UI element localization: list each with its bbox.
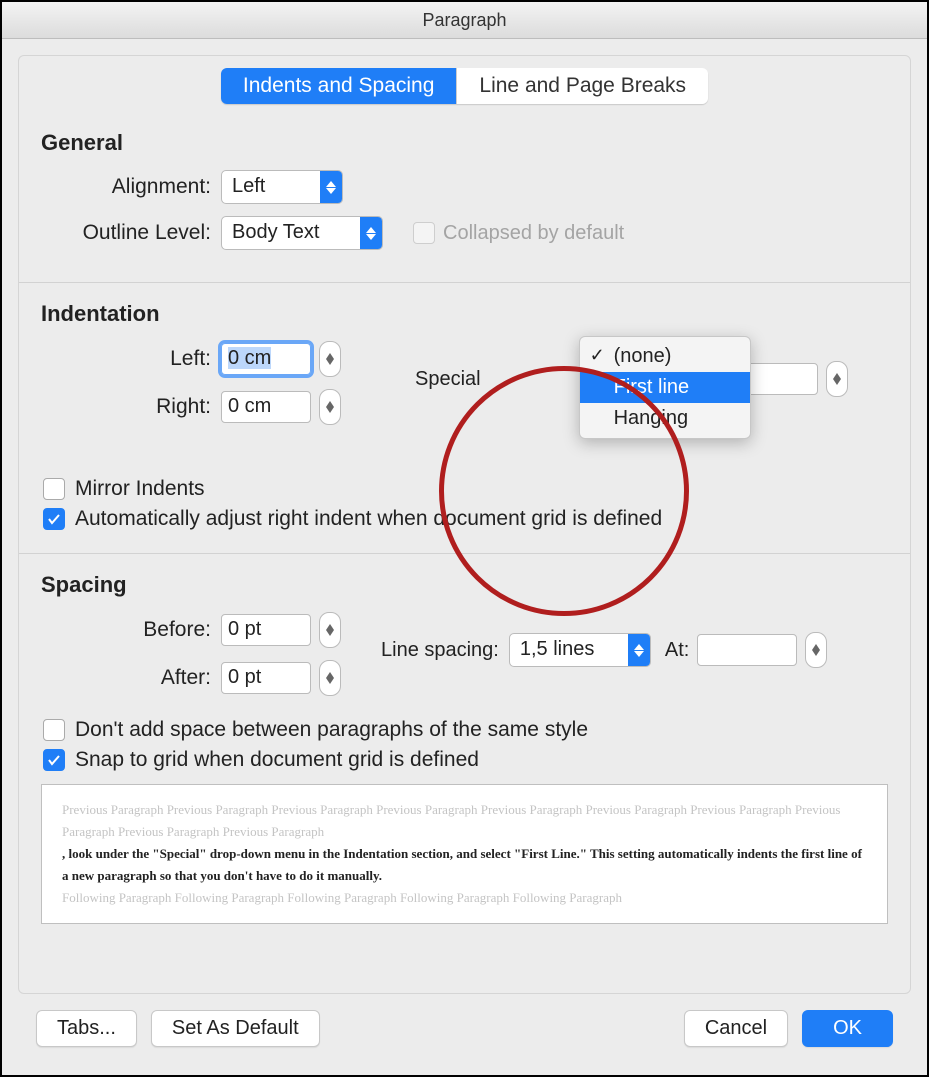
collapsed-label: Collapsed by default bbox=[443, 222, 624, 245]
spacing-before-field[interactable]: 0 pt bbox=[221, 614, 311, 646]
cancel-button[interactable]: Cancel bbox=[684, 1010, 788, 1047]
main-panel: Indents and Spacing Line and Page Breaks… bbox=[18, 55, 911, 994]
spacing-heading: Spacing bbox=[41, 572, 888, 598]
dont-add-space-label: Don't add space between paragraphs of th… bbox=[75, 718, 588, 742]
set-default-button[interactable]: Set As Default bbox=[151, 1010, 320, 1047]
paragraph-dialog: Paragraph Indents and Spacing Line and P… bbox=[0, 0, 929, 1077]
preview-box: Previous Paragraph Previous Paragraph Pr… bbox=[41, 784, 888, 924]
snap-to-grid-checkbox[interactable] bbox=[43, 749, 65, 771]
dialog-content: Indents and Spacing Line and Page Breaks… bbox=[2, 39, 927, 1075]
dialog-title: Paragraph bbox=[2, 2, 927, 39]
tabs-button[interactable]: Tabs... bbox=[36, 1010, 137, 1047]
indent-left-label: Left: bbox=[41, 347, 211, 371]
section-spacing: Spacing Before: 0 pt After: bbox=[41, 568, 888, 924]
dont-add-space-checkbox[interactable] bbox=[43, 719, 65, 741]
alignment-value: Left bbox=[222, 171, 320, 203]
indent-right-label: Right: bbox=[41, 395, 211, 419]
mirror-indents-label: Mirror Indents bbox=[75, 477, 205, 501]
special-label: Special bbox=[415, 368, 481, 391]
tab-indents-spacing[interactable]: Indents and Spacing bbox=[221, 68, 456, 104]
preview-next: Following Paragraph Following Paragraph … bbox=[62, 887, 867, 909]
auto-adjust-label: Automatically adjust right indent when d… bbox=[75, 507, 662, 531]
collapsed-checkbox bbox=[413, 222, 435, 244]
line-spacing-value: 1,5 lines bbox=[510, 634, 628, 666]
updown-icon bbox=[320, 171, 342, 203]
preview-main: , look under the "Special" drop-down men… bbox=[62, 843, 867, 887]
indent-left-stepper[interactable] bbox=[319, 341, 341, 377]
spacing-after-label: After: bbox=[41, 666, 211, 690]
line-spacing-select[interactable]: 1,5 lines bbox=[509, 633, 651, 667]
updown-icon bbox=[628, 634, 650, 666]
by-stepper[interactable] bbox=[826, 361, 848, 397]
alignment-label: Alignment: bbox=[41, 175, 211, 199]
mirror-indents-checkbox[interactable] bbox=[43, 478, 65, 500]
alignment-select[interactable]: Left bbox=[221, 170, 343, 204]
indent-right-stepper[interactable] bbox=[319, 389, 341, 425]
special-option-none[interactable]: (none) bbox=[580, 341, 750, 372]
dialog-footer: Tabs... Set As Default Cancel OK bbox=[18, 994, 911, 1065]
outline-level-select[interactable]: Body Text bbox=[221, 216, 383, 250]
at-field[interactable] bbox=[697, 634, 797, 666]
separator bbox=[19, 553, 910, 554]
section-indentation: Indentation Left: 0 cm Right: bbox=[41, 297, 888, 533]
spacing-after-field[interactable]: 0 pt bbox=[221, 662, 311, 694]
indent-right-field[interactable]: 0 cm bbox=[221, 391, 311, 423]
indentation-heading: Indentation bbox=[41, 301, 888, 327]
tab-switcher: Indents and Spacing Line and Page Breaks bbox=[221, 68, 708, 104]
preview-prev: Previous Paragraph Previous Paragraph Pr… bbox=[62, 799, 867, 843]
outline-level-label: Outline Level: bbox=[41, 221, 211, 245]
spacing-after-stepper[interactable] bbox=[319, 660, 341, 696]
ok-button[interactable]: OK bbox=[802, 1010, 893, 1047]
spacing-before-label: Before: bbox=[41, 618, 211, 642]
section-general: General Alignment: Left Outline Level: B bbox=[41, 126, 888, 262]
special-option-first-line[interactable]: First line bbox=[580, 372, 750, 403]
general-heading: General bbox=[41, 130, 888, 156]
indent-left-field[interactable]: 0 cm bbox=[221, 343, 311, 375]
separator bbox=[19, 282, 910, 283]
at-label: At: bbox=[665, 639, 689, 662]
special-option-hanging[interactable]: Hanging bbox=[580, 403, 750, 434]
snap-to-grid-label: Snap to grid when document grid is defin… bbox=[75, 748, 479, 772]
updown-icon bbox=[360, 217, 382, 249]
tab-line-page-breaks[interactable]: Line and Page Breaks bbox=[456, 68, 708, 104]
line-spacing-label: Line spacing: bbox=[381, 639, 499, 662]
outline-level-value: Body Text bbox=[222, 217, 360, 249]
special-dropdown-open[interactable]: (none) First line Hanging bbox=[579, 336, 751, 439]
auto-adjust-checkbox[interactable] bbox=[43, 508, 65, 530]
spacing-before-stepper[interactable] bbox=[319, 612, 341, 648]
at-stepper[interactable] bbox=[805, 632, 827, 668]
